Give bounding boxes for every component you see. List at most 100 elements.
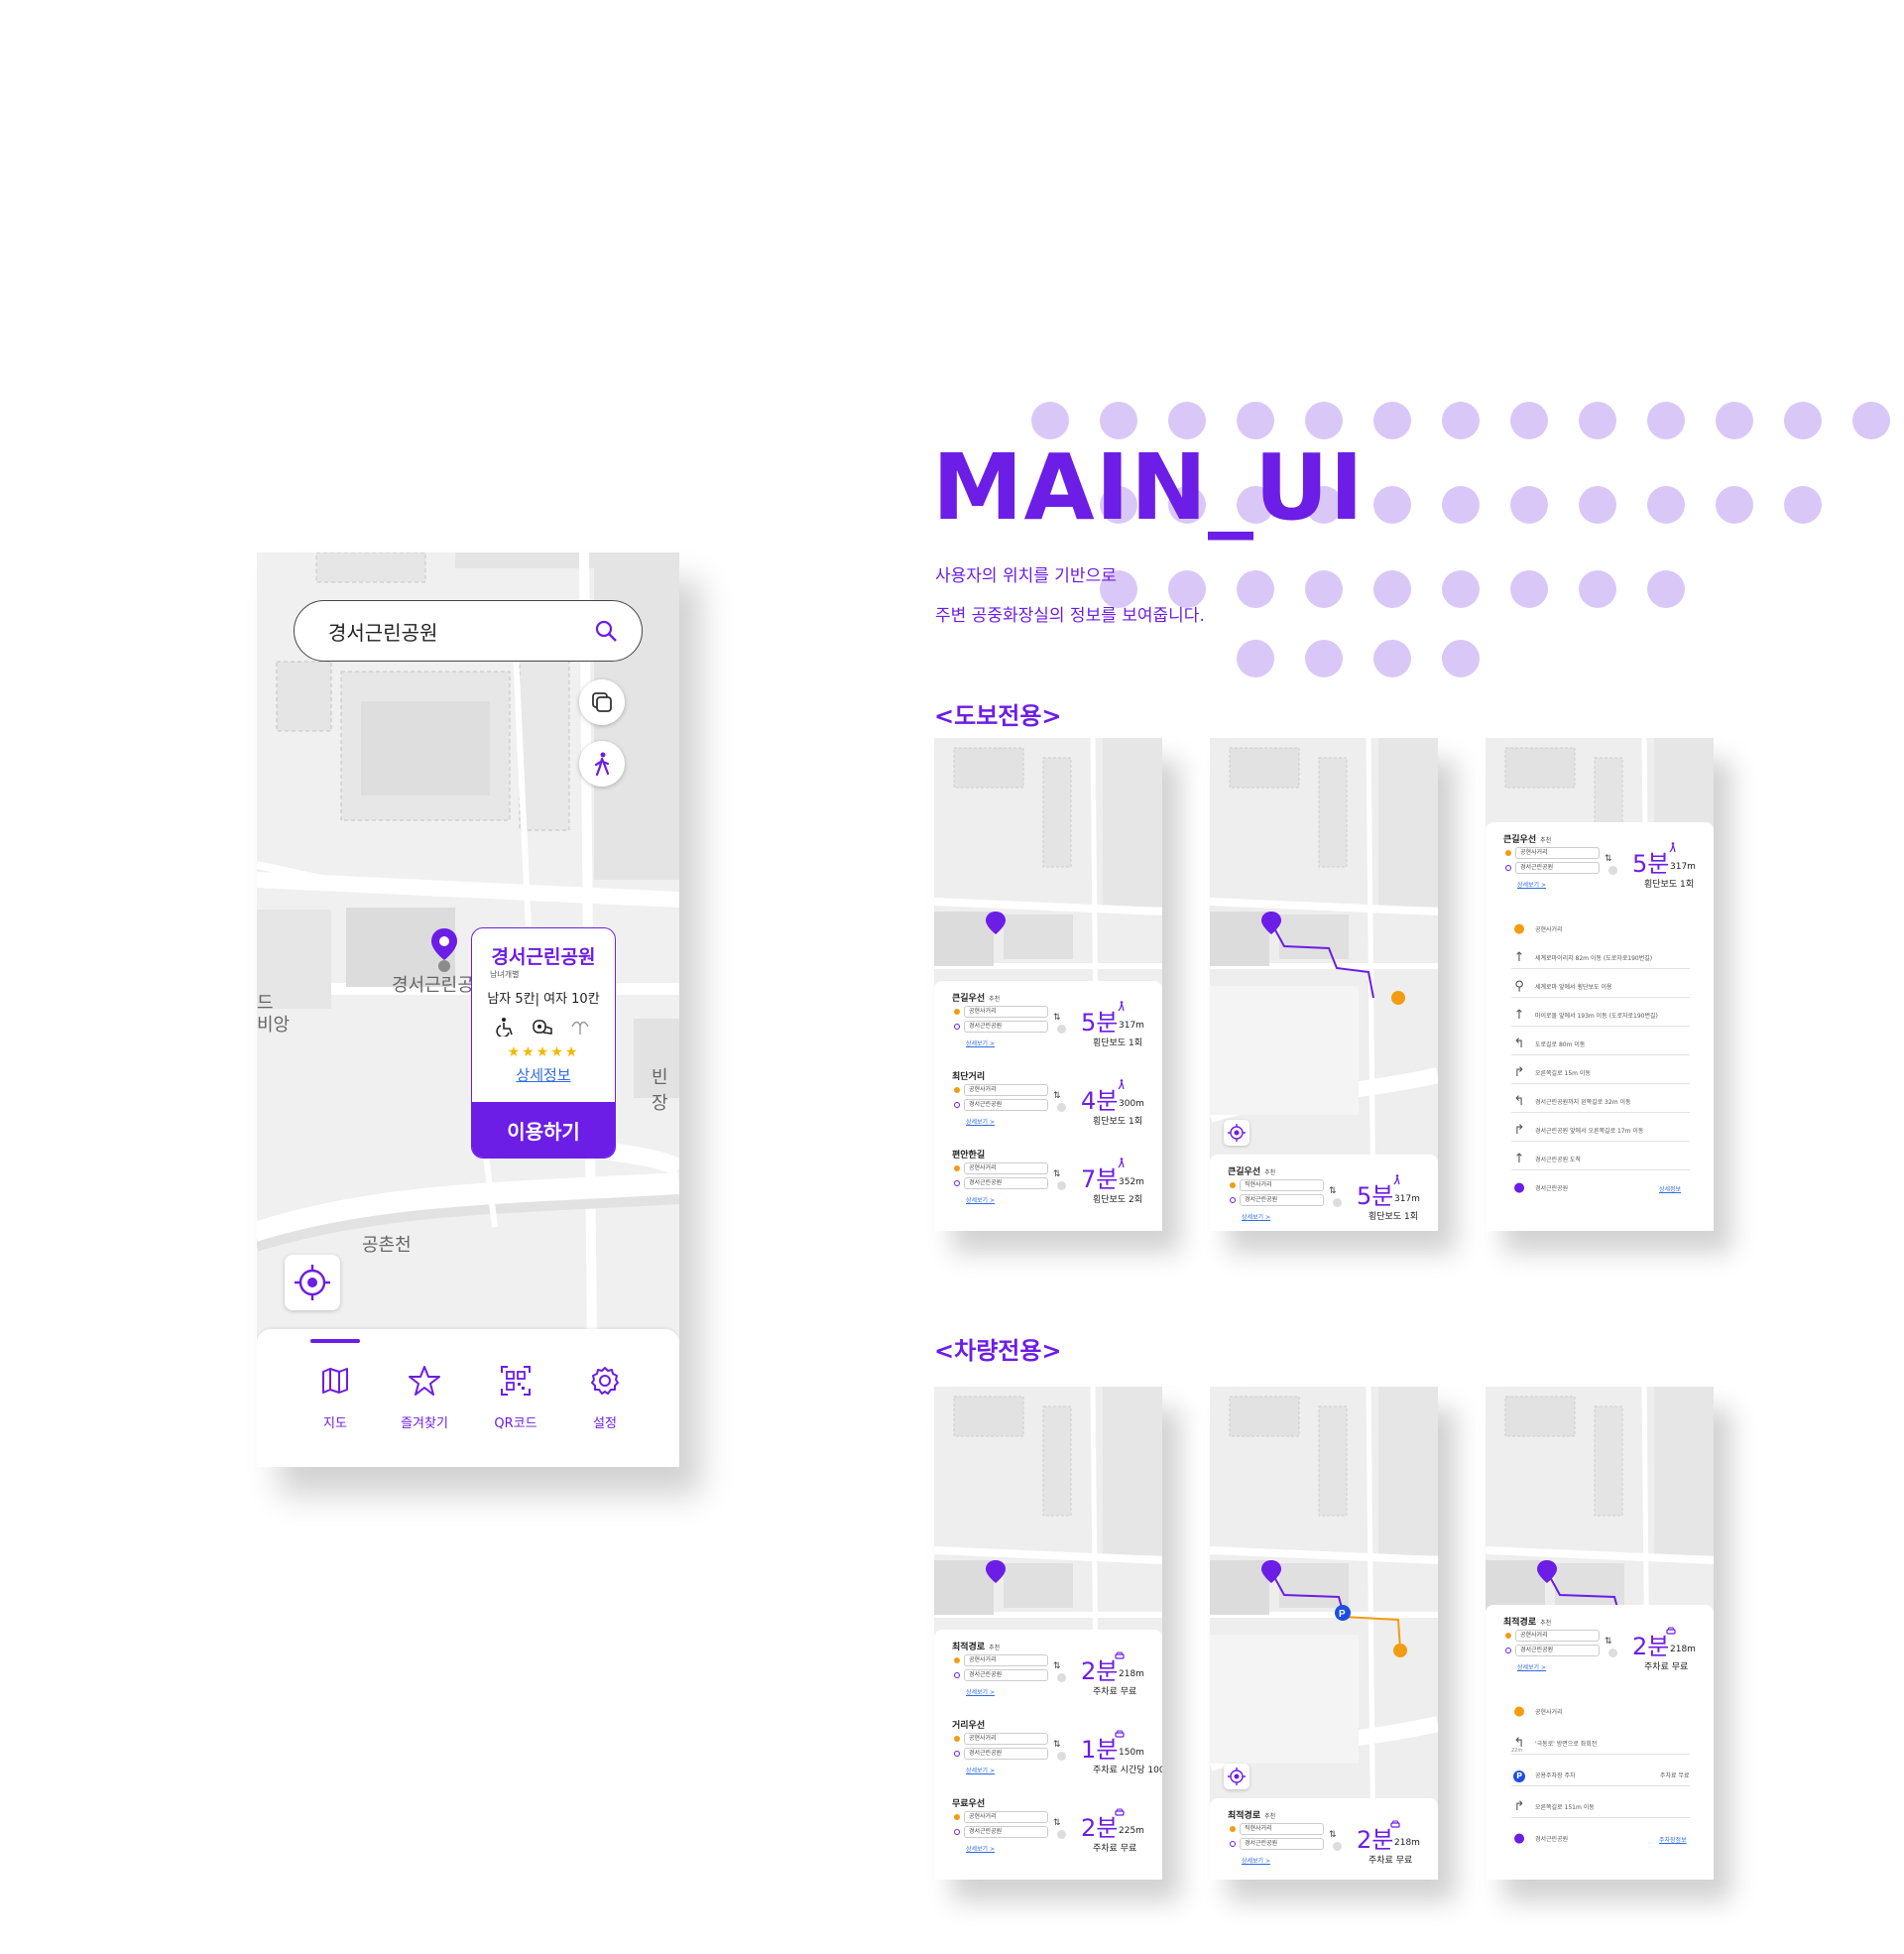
- swap-icon[interactable]: ⇅: [1605, 1637, 1612, 1647]
- popup-title: 경서근린공원: [491, 946, 596, 968]
- description-line-1: 사용자의 위치를 기반으로: [935, 566, 1117, 586]
- route-from-input[interactable]: 공현사거리: [964, 1733, 1048, 1745]
- route-to-input[interactable]: 경서근린공원: [964, 1669, 1048, 1681]
- swap-icon[interactable]: ⇅: [1053, 1013, 1061, 1023]
- route-to-input[interactable]: 경서근린공원: [1515, 1645, 1600, 1656]
- route-option[interactable]: 거리우선 공현사거리 경서근린공원 ⇅ 상세보기 > 1분 150m 주차료 시…: [934, 1708, 1162, 1786]
- route-option[interactable]: 무료우선 공현사거리 경서근린공원 ⇅ 상세보기 > 2분 225m 주차료 무…: [934, 1786, 1162, 1865]
- swap-icon[interactable]: ⇅: [1053, 1740, 1061, 1750]
- route-from-input[interactable]: 공현사거리: [964, 1084, 1048, 1096]
- tab-map[interactable]: 지도: [291, 1365, 380, 1431]
- layers-button[interactable]: [579, 679, 625, 725]
- direction-arrow-icon: ↱: [1513, 1799, 1525, 1814]
- route-detail-link[interactable]: 상세보기 >: [1517, 1662, 1546, 1671]
- step-text: 경서근린공원: [1535, 1836, 1569, 1843]
- end-dot: [1505, 865, 1511, 871]
- walk-section-title: <도보전용>: [934, 702, 1062, 730]
- clear-button[interactable]: [1057, 1673, 1066, 1682]
- step-text: 오른쪽길로 151m 이동: [1535, 1804, 1595, 1811]
- direction-arrow-icon: ↱: [1513, 1065, 1525, 1080]
- clear-button[interactable]: [1057, 1103, 1066, 1112]
- route-detail-link[interactable]: 상세보기 >: [966, 1038, 995, 1047]
- my-location-button[interactable]: [285, 1255, 340, 1310]
- swap-icon[interactable]: ⇅: [1329, 1830, 1337, 1840]
- direction-arrow-icon: ↑: [1513, 950, 1525, 965]
- direction-arrow-icon: ↱: [1513, 1123, 1525, 1138]
- route-name: 큰길우선 추천: [952, 994, 1001, 1004]
- tab-favorites[interactable]: 즐겨찾기: [380, 1365, 469, 1431]
- route-option[interactable]: 최적경로 추천 직현사거리 경서근린공원 ⇅ 상세보기 > 2분 218m 주차료…: [1210, 1798, 1438, 1877]
- swap-icon[interactable]: ⇅: [1053, 1169, 1061, 1179]
- route-from-input[interactable]: 공현사거리: [964, 1654, 1048, 1666]
- route-from-input[interactable]: 공현사거리: [964, 1162, 1048, 1174]
- route-to-input[interactable]: 경서근린공원: [1515, 862, 1600, 874]
- swap-icon[interactable]: ⇅: [1053, 1818, 1061, 1828]
- route-detail-link[interactable]: 상세보기 >: [966, 1844, 995, 1853]
- map-label-left-2: 비앙: [257, 1015, 291, 1036]
- clear-button[interactable]: [1057, 1181, 1066, 1190]
- route-time: 2분: [1081, 1657, 1119, 1685]
- destination-detail-link[interactable]: 주차장정보: [1659, 1835, 1687, 1844]
- route-option[interactable]: 최단거리 공현사거리 경서근린공원 ⇅ 상세보기 > 4분 300m 횡단보도 …: [934, 1059, 1162, 1138]
- route-to-input[interactable]: 경서근린공원: [964, 1177, 1048, 1189]
- route-option[interactable]: 최적경로 추천 공현사거리 경서근린공원 ⇅ 상세보기 > 2분 218m 주차료…: [934, 1630, 1162, 1708]
- clear-button[interactable]: [1057, 1752, 1066, 1761]
- route-from-input[interactable]: 직현사거리: [1240, 1823, 1324, 1835]
- route-detail-link[interactable]: 상세보기 >: [1242, 1856, 1270, 1865]
- route-to-input[interactable]: 경서근린공원: [964, 1826, 1048, 1838]
- route-to-input[interactable]: 경서근린공원: [1240, 1838, 1324, 1850]
- route-option[interactable]: 편안한길 공현사거리 경서근린공원 ⇅ 상세보기 > 7분 352m 횡단보도 …: [934, 1138, 1162, 1216]
- svg-text:P: P: [1339, 1609, 1346, 1620]
- route-from-input[interactable]: 공현사거리: [1515, 1630, 1600, 1642]
- route-distance: 218m: [1119, 1669, 1144, 1679]
- walking-person-icon: [1393, 1174, 1400, 1185]
- swap-icon[interactable]: ⇅: [1329, 1186, 1337, 1196]
- route-option[interactable]: 큰길우선 추천 직현사거리 경서근린공원 ⇅ 상세보기 > 5분 317m 횡단보…: [1210, 1155, 1438, 1231]
- route-option[interactable]: 큰길우선 추천 공현사거리 경서근린공원 ⇅ 상세보기 > 5분 317m 횡단보…: [1486, 822, 1714, 901]
- route-distance: 352m: [1119, 1177, 1144, 1187]
- route-to-input[interactable]: 경서근린공원: [964, 1748, 1048, 1760]
- route-detail-link[interactable]: 상세보기 >: [966, 1687, 995, 1696]
- swap-icon[interactable]: ⇅: [1605, 854, 1612, 864]
- my-location-button[interactable]: [1224, 1764, 1250, 1789]
- route-step: ↰ '극동로' 방면으로 좌회전: [1511, 1736, 1690, 1751]
- detail-link[interactable]: 상세정보: [472, 1064, 615, 1085]
- route-detail-link[interactable]: 상세보기 >: [1517, 880, 1546, 889]
- clear-button[interactable]: [1057, 1830, 1066, 1839]
- my-location-button[interactable]: [1224, 1120, 1250, 1146]
- route-info: 주차료 무료: [1368, 1856, 1413, 1866]
- route-from-input[interactable]: 직현사거리: [1240, 1179, 1324, 1191]
- search-bar[interactable]: 경서근린공원: [294, 600, 643, 662]
- route-from-input[interactable]: 공현사거리: [964, 1811, 1048, 1823]
- route-from-input[interactable]: 공현사거리: [964, 1006, 1048, 1018]
- search-icon[interactable]: [594, 619, 618, 643]
- route-option[interactable]: 큰길우선 추천 공현사거리 경서근린공원 ⇅ 상세보기 > 5분 317m 횡단보…: [934, 981, 1162, 1059]
- swap-icon[interactable]: ⇅: [1053, 1661, 1061, 1671]
- map-label-right: 빈장: [652, 1067, 668, 1114]
- walk-mode-button[interactable]: [579, 741, 625, 787]
- clear-button[interactable]: [1333, 1842, 1342, 1851]
- location-pin-icon[interactable]: [428, 926, 460, 972]
- active-tab-indicator: [310, 1339, 360, 1343]
- step-divider: [1511, 1083, 1690, 1084]
- route-detail-link[interactable]: 상세보기 >: [966, 1117, 995, 1126]
- tab-settings[interactable]: 설정: [560, 1365, 650, 1431]
- route-detail-link[interactable]: 상세보기 >: [966, 1195, 995, 1204]
- swap-icon[interactable]: ⇅: [1053, 1091, 1061, 1101]
- clear-button[interactable]: [1608, 1649, 1617, 1657]
- use-button[interactable]: 이용하기: [472, 1102, 615, 1158]
- route-detail-link[interactable]: 상세보기 >: [1242, 1212, 1270, 1221]
- clear-button[interactable]: [1608, 866, 1617, 875]
- clear-button[interactable]: [1333, 1198, 1342, 1207]
- search-input[interactable]: 경서근린공원: [328, 617, 594, 646]
- route-option[interactable]: 최적경로 추천 공현사거리 경서근린공원 ⇅ 상세보기 > 2분 218m 주차료…: [1486, 1605, 1714, 1683]
- tab-qr-code[interactable]: QR코드: [471, 1365, 560, 1431]
- route-to-input[interactable]: 경서근린공원: [964, 1099, 1048, 1111]
- page-title: MAIN_UI: [932, 434, 1365, 541]
- route-to-input[interactable]: 경서근린공원: [964, 1021, 1048, 1033]
- route-to-input[interactable]: 경서근린공원: [1240, 1194, 1324, 1206]
- destination-detail-link[interactable]: 상세정보: [1659, 1184, 1681, 1193]
- clear-button[interactable]: [1057, 1025, 1066, 1034]
- route-detail-link[interactable]: 상세보기 >: [966, 1766, 995, 1774]
- route-from-input[interactable]: 공현사거리: [1515, 847, 1600, 859]
